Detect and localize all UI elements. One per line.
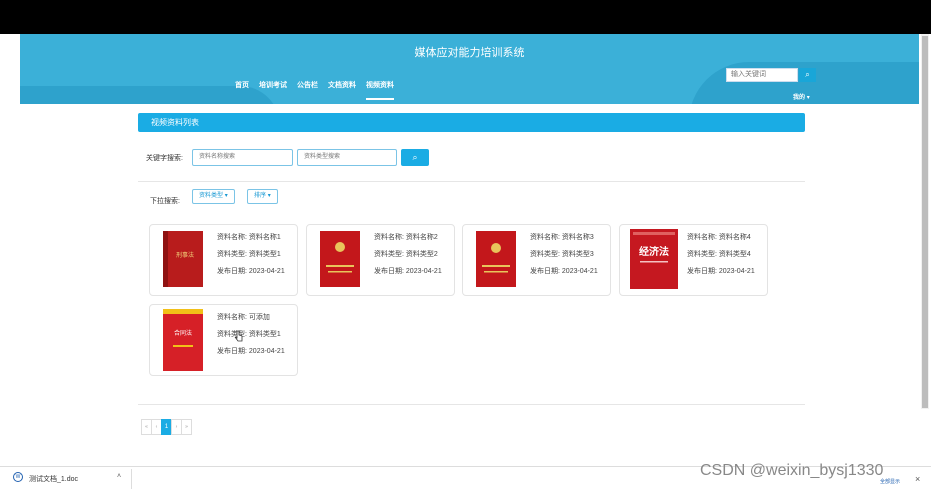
browser-top-bar <box>0 0 931 34</box>
dropdown-search-label: 下拉搜索: <box>150 198 180 205</box>
card-meta: 资料名称: 资料名称1 资料类型: 资料类型1 发布日期: 2023-04-21 <box>217 229 285 280</box>
nav-documents[interactable]: 文档资料 <box>323 80 361 100</box>
header-search-input[interactable]: 输入关键词 <box>726 68 798 82</box>
sort-dropdown-button[interactable]: 排序 ▾ <box>247 189 278 204</box>
item-name: 资料名称4 <box>718 234 751 241</box>
card-meta: 资料名称: 可添加 资料类型: 资料类型1 发布日期: 2023-04-21 <box>217 309 285 360</box>
svg-text:刑事法: 刑事法 <box>176 251 194 259</box>
video-card[interactable]: 刑事法 资料名称: 资料名称1 资料类型: 资料类型1 发布日期: 2023-0… <box>149 224 298 296</box>
search-button[interactable]: ⌕ <box>401 149 429 166</box>
user-menu[interactable]: 我的 ▾ <box>793 92 810 101</box>
item-type: 资料类型2 <box>405 251 438 258</box>
date-label: 发布日期: <box>217 268 247 275</box>
type-dropdown-label: 资料类型 <box>199 193 224 199</box>
item-name: 资料名称3 <box>561 234 594 241</box>
date-label: 发布日期: <box>374 268 404 275</box>
type-label: 资料类型: <box>687 251 717 258</box>
item-name: 可添加 <box>248 314 270 321</box>
date-label: 发布日期: <box>687 268 717 275</box>
item-date: 2023-04-21 <box>405 268 442 275</box>
page-last-button[interactable]: » <box>181 419 192 435</box>
cover-image <box>476 231 516 287</box>
name-label: 资料名称: <box>217 234 247 241</box>
nav-home[interactable]: 首页 <box>230 80 254 100</box>
book-cover-icon: 合同法 <box>163 309 203 371</box>
item-date: 2023-04-21 <box>561 268 598 275</box>
cover-image: 合同法 <box>163 309 203 371</box>
document-icon: W <box>13 472 23 482</box>
item-name: 资料名称1 <box>248 234 281 241</box>
name-label: 资料名称: <box>374 234 404 241</box>
cover-image: 经济法 <box>630 229 678 289</box>
item-type: 资料类型1 <box>248 251 281 258</box>
item-date: 2023-04-21 <box>718 268 755 275</box>
video-card[interactable]: 合同法 资料名称: 可添加 资料类型: 资料类型1 发布日期: 2023-04-… <box>149 304 298 376</box>
divider-bottom <box>138 404 805 405</box>
svg-text:合同法: 合同法 <box>174 329 192 337</box>
page-scrollbar[interactable] <box>921 34 929 409</box>
search-icon: ⌕ <box>805 70 810 79</box>
panel-title: 视频资料列表 <box>138 113 805 132</box>
video-card[interactable]: 资料名称: 资料名称3 资料类型: 资料类型3 发布日期: 2023-04-21 <box>462 224 611 296</box>
type-label: 资料类型: <box>374 251 404 258</box>
item-date: 2023-04-21 <box>248 268 285 275</box>
watermark: CSDN @weixin_bysj1330 <box>700 462 884 479</box>
caret-down-icon: ▾ <box>224 193 228 199</box>
name-label: 资料名称: <box>687 234 717 241</box>
date-label: 发布日期: <box>217 348 247 355</box>
book-cover-icon <box>476 231 516 287</box>
search-icon: ⌕ <box>412 152 418 162</box>
keyword-search-label: 关键字搜索: <box>146 155 183 162</box>
download-filename[interactable]: 测试文档_1.doc <box>29 474 78 484</box>
video-card[interactable]: 经济法 资料名称: 资料名称4 资料类型: 资料类型4 发布日期: 2023-0… <box>619 224 768 296</box>
mouse-cursor-icon <box>234 330 243 342</box>
card-meta: 资料名称: 资料名称3 资料类型: 资料类型3 发布日期: 2023-04-21 <box>530 229 598 280</box>
divider-top <box>138 181 805 182</box>
close-icon[interactable]: × <box>915 474 920 484</box>
sort-dropdown-label: 排序 <box>254 193 267 199</box>
nav-videos[interactable]: 视频资料 <box>361 80 399 100</box>
scrollbar-thumb[interactable] <box>922 36 928 408</box>
item-date: 2023-04-21 <box>248 348 285 355</box>
name-label: 资料名称: <box>530 234 560 241</box>
type-dropdown-button[interactable]: 资料类型 ▾ <box>192 189 235 204</box>
book-cover-icon <box>320 231 360 287</box>
pagination: « ‹ 1 › » <box>141 419 192 435</box>
caret-down-icon: ▾ <box>267 193 271 199</box>
card-meta: 资料名称: 资料名称2 资料类型: 资料类型2 发布日期: 2023-04-21 <box>374 229 442 280</box>
type-label: 资料类型: <box>530 251 560 258</box>
item-type: 资料类型3 <box>561 251 594 258</box>
book-cover-icon: 刑事法 <box>163 231 203 287</box>
user-menu-label: 我的 <box>793 95 806 101</box>
name-label: 资料名称: <box>217 314 247 321</box>
item-type: 资料类型4 <box>718 251 751 258</box>
chevron-up-icon[interactable]: ˄ <box>117 473 121 480</box>
item-type: 资料类型1 <box>248 331 281 338</box>
name-search-input[interactable]: 资料名称搜索 <box>192 149 293 166</box>
download-separator <box>131 469 132 489</box>
nav-training-exam[interactable]: 培训考试 <box>254 80 292 100</box>
item-name: 资料名称2 <box>405 234 438 241</box>
site-title: 媒体应对能力培训系统 <box>414 47 525 59</box>
main-nav: 首页 培训考试 公告栏 文档资料 视频资料 <box>230 80 399 100</box>
cover-image: 刑事法 <box>163 231 203 287</box>
cover-image <box>320 231 360 287</box>
book-cover-icon: 经济法 <box>630 229 678 289</box>
svg-text:经济法: 经济法 <box>639 245 669 258</box>
caret-down-icon: ▾ <box>806 95 810 101</box>
type-search-input[interactable]: 资料类型搜索 <box>297 149 397 166</box>
header-search-button[interactable]: ⌕ <box>799 68 816 82</box>
show-all-downloads-link[interactable]: 全部显示 <box>880 478 900 485</box>
date-label: 发布日期: <box>530 268 560 275</box>
site-header: 媒体应对能力培训系统 首页 培训考试 公告栏 文档资料 视频资料 输入关键词 ⌕… <box>20 34 919 104</box>
type-label: 资料类型: <box>217 251 247 258</box>
nav-notice[interactable]: 公告栏 <box>292 80 323 100</box>
video-card[interactable]: 资料名称: 资料名称2 资料类型: 资料类型2 发布日期: 2023-04-21 <box>306 224 455 296</box>
card-meta: 资料名称: 资料名称4 资料类型: 资料类型4 发布日期: 2023-04-21 <box>687 229 755 280</box>
